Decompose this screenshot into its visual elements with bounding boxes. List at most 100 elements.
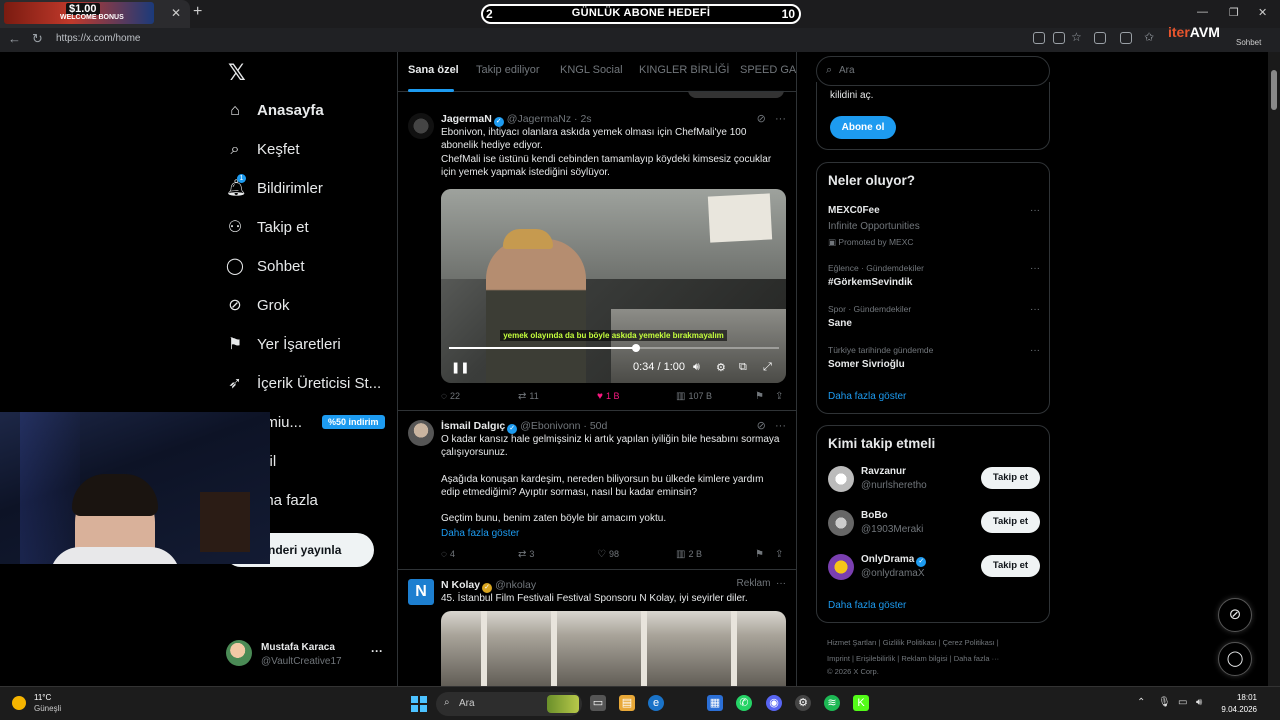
spotify-icon[interactable]: ≋ <box>824 695 840 711</box>
maximize-icon[interactable]: ❐ <box>1229 6 1239 19</box>
follow-button[interactable]: Takip et <box>981 467 1040 489</box>
minimize-icon[interactable]: — <box>1197 6 1208 18</box>
tweet-image[interactable] <box>441 611 786 686</box>
repost-button[interactable]: ⇄ 11 <box>518 391 539 402</box>
tray-chevron-icon[interactable]: ⌃ <box>1137 697 1145 708</box>
nav-chat[interactable]: ◯ Sohbet <box>220 254 390 282</box>
views-button[interactable]: ▥ 2 B <box>676 549 702 560</box>
follow-suggestion[interactable]: Ravzanur @nurlsheretho Takip et <box>828 464 1040 494</box>
footer-line[interactable]: Hizmet Şartları | Gizlilik Politikası | … <box>827 635 1047 651</box>
video-player[interactable]: yemek olayında da bu böyle askıda yemekl… <box>441 189 786 383</box>
close-window-icon[interactable]: ✕ <box>1258 6 1267 19</box>
footer-line[interactable]: Imprint | Erişilebilirlik | Reklam bilgi… <box>827 651 1047 667</box>
avatar[interactable] <box>408 113 434 139</box>
tweet-author[interactable]: N Kolay ✓ @nkolay <box>441 579 536 593</box>
bookmark-button[interactable]: ⚑ <box>755 549 767 560</box>
nav-grok[interactable]: ⊘ Grok <box>220 293 390 321</box>
nkolay-logo-icon[interactable]: N <box>408 579 434 605</box>
tweet[interactable]: İsmail Dalgıç ✓ @Ebonivonn · 50d ⊘ ··· O k… <box>398 412 796 570</box>
follow-button[interactable]: Takip et <box>981 511 1040 533</box>
chat-float-icon[interactable]: ◯ <box>1218 642 1252 676</box>
windows-start-icon[interactable] <box>411 696 427 712</box>
url-field[interactable]: https://x.com/home <box>56 33 140 44</box>
like-button[interactable]: ♡ 98 <box>597 549 619 560</box>
settings-icon[interactable]: ⚙ <box>716 361 726 374</box>
x-logo-icon[interactable]: 𝕏 <box>228 60 246 86</box>
page-scrollbar[interactable] <box>1268 52 1280 686</box>
tweet-menu[interactable]: Reklam ··· <box>737 578 786 589</box>
repost-button[interactable]: ⇄ 3 <box>518 549 534 560</box>
browser-tab[interactable]: $1.00 WELCOME BONUS ✕ <box>0 0 190 28</box>
edge-icon[interactable]: e <box>648 695 664 711</box>
tab-kingler-birligi[interactable]: KINGLER BİRLİĞİ <box>639 64 729 76</box>
follow-button[interactable]: Takip et <box>981 555 1040 577</box>
nav-home[interactable]: ⌂ Anasayfa <box>220 98 390 126</box>
video-progress-bar[interactable] <box>449 344 779 352</box>
trends-show-more[interactable]: Daha fazla göster <box>828 391 906 402</box>
follow-show-more[interactable]: Daha fazla göster <box>828 600 906 611</box>
tweet-menu[interactable]: ⊘ ··· <box>757 112 786 125</box>
nav-bookmarks[interactable]: ⚑ Yer İşaretleri <box>220 332 390 360</box>
more-icon[interactable]: ··· <box>371 644 383 658</box>
steam-icon[interactable]: ⚙ <box>795 695 811 711</box>
trend-item[interactable]: Türkiye tarihinde gündemde Somer Sivrioğ… <box>828 345 1040 370</box>
extensions-icon[interactable] <box>1094 32 1106 44</box>
volume-icon[interactable]: 🔊︎ <box>693 361 700 374</box>
share-button[interactable]: ⇪ <box>775 391 786 402</box>
volume-icon[interactable]: 🔊︎ <box>1196 697 1202 708</box>
share-button[interactable]: ⇪ <box>775 549 786 560</box>
microphone-icon[interactable]: 🎙︎ <box>1158 697 1171 708</box>
store-icon[interactable]: ▦ <box>707 695 723 711</box>
grok-float-icon[interactable]: ⊘ <box>1218 598 1252 632</box>
trend-item[interactable]: MEXC0Fee Infinite Opportunities ▣ Promot… <box>828 205 1040 248</box>
more-icon[interactable]: ··· <box>775 113 786 125</box>
trend-item[interactable]: Spor · Gündemdekiler Sane ··· <box>828 304 1040 329</box>
more-icon[interactable]: ··· <box>1030 304 1040 315</box>
avatar[interactable] <box>828 554 854 580</box>
new-tab-icon[interactable]: + <box>193 3 202 21</box>
tweet[interactable]: JagermaN ✓ @JagermaNz · 2s ⊘ ··· Ebonivon,… <box>398 105 796 411</box>
tab-following[interactable]: Takip ediliyor <box>476 64 540 76</box>
grok-icon[interactable]: ⊘ <box>757 113 766 125</box>
favorites-icon[interactable]: ✩ <box>1144 30 1156 44</box>
tweet-author[interactable]: İsmail Dalgıç ✓ @Ebonivonn · 50d <box>441 420 607 434</box>
whatsapp-icon[interactable]: ✆ <box>736 695 752 711</box>
scrollbar-thumb[interactable] <box>1271 70 1277 110</box>
search-input[interactable]: ⌕ Ara <box>816 56 1050 86</box>
task-view-icon[interactable]: ▭ <box>590 695 606 711</box>
more-icon[interactable]: ··· <box>1030 205 1040 216</box>
read-aloud-icon[interactable] <box>1053 32 1065 44</box>
fullscreen-icon[interactable]: ⤢ <box>763 361 772 374</box>
reload-icon[interactable]: ↻ <box>32 31 43 47</box>
tab-speed-gan[interactable]: SPEED GAN <box>740 64 796 76</box>
file-explorer-icon[interactable]: ▤ <box>619 695 635 711</box>
bookmark-button[interactable]: ⚑ <box>755 391 767 402</box>
tab-for-you[interactable]: Sana özel <box>408 64 459 76</box>
more-icon[interactable]: ··· <box>1030 345 1040 356</box>
account-switcher[interactable]: Mustafa Karaca @VaultCreative17 ··· <box>226 638 386 668</box>
trend-item[interactable]: Eğlence · Gündemdekiler #GörkemSevindik … <box>828 263 1040 288</box>
browser-essentials-icon[interactable] <box>1120 32 1132 44</box>
discord-icon[interactable]: ◉ <box>766 695 782 711</box>
follow-suggestion[interactable]: OnlyDrama ✓ @onlydramaX Takip et <box>828 552 1040 582</box>
more-icon[interactable]: ··· <box>1030 263 1040 274</box>
kick-icon[interactable]: K <box>853 695 869 711</box>
tab-kngl-social[interactable]: KNGL Social <box>560 64 623 76</box>
more-icon[interactable]: ··· <box>776 578 786 589</box>
system-clock[interactable]: 18:01 9.04.2026 <box>1215 692 1257 716</box>
subscribe-button[interactable]: Abone ol <box>830 116 896 139</box>
more-icon[interactable]: ··· <box>775 420 786 432</box>
views-button[interactable]: ▥ 107 B <box>676 391 712 402</box>
star-icon[interactable]: ☆ <box>1071 30 1083 44</box>
grok-icon[interactable]: ⊘ <box>757 420 766 432</box>
nav-follow[interactable]: ⚇ Takip et <box>220 215 390 243</box>
network-icon[interactable]: ▭ <box>1178 697 1187 708</box>
tweet-author[interactable]: JagermaN ✓ @JagermaNz · 2s <box>441 113 592 127</box>
crop-icon[interactable]: ⧉ <box>739 361 747 374</box>
avatar[interactable] <box>828 466 854 492</box>
pause-icon[interactable]: ❚❚ <box>451 361 469 374</box>
nav-explore[interactable]: ⌕ Keşfet <box>220 137 390 165</box>
like-button[interactable]: ♥ 1 B <box>597 391 619 402</box>
avatar[interactable] <box>828 510 854 536</box>
back-icon[interactable]: ← <box>8 31 21 46</box>
